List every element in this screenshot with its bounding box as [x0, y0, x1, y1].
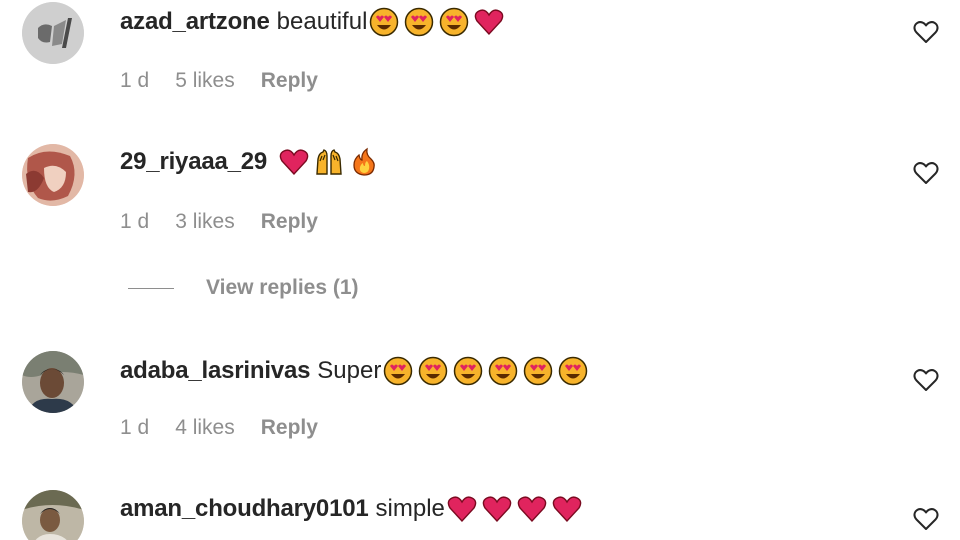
heart-eyes-emoji-icon	[523, 356, 553, 386]
red-heart-emoji-icon	[279, 147, 309, 177]
comment-text: Super	[317, 357, 382, 384]
comment-likes[interactable]: 5 likes	[175, 68, 235, 94]
red-heart-emoji-icon	[474, 7, 504, 37]
comments-list: azad_artzone beautiful 1 d 5 likes Reply…	[0, 0, 960, 540]
comment-text: simple	[375, 495, 445, 522]
reply-button[interactable]: Reply	[261, 415, 318, 441]
heart-outline-icon[interactable]	[912, 18, 940, 46]
comment-meta: 1 d 4 likes Reply	[120, 415, 318, 441]
comment-username[interactable]: adaba_lasrinivas	[120, 355, 310, 387]
heart-outline-icon[interactable]	[912, 505, 940, 533]
comment-line: azad_artzone beautiful	[120, 6, 504, 38]
view-replies-divider	[128, 287, 174, 289]
view-replies-button[interactable]: View replies (1)	[128, 276, 359, 300]
comment-meta: 1 d 5 likes Reply	[120, 68, 318, 94]
comment-username[interactable]: azad_artzone	[120, 6, 270, 38]
comment-line: aman_choudhary0101 simple	[120, 493, 582, 525]
heart-eyes-emoji-icon	[453, 356, 483, 386]
avatar[interactable]	[22, 351, 84, 413]
comment-text: beautiful	[276, 8, 368, 35]
heart-eyes-emoji-icon	[488, 356, 518, 386]
comment-emojis	[279, 147, 379, 177]
heart-eyes-emoji-icon	[383, 356, 413, 386]
heart-outline-icon[interactable]	[912, 159, 940, 187]
heart-eyes-emoji-icon	[418, 356, 448, 386]
comment-time: 1 d	[120, 416, 150, 439]
comment-likes[interactable]: 4 likes	[175, 415, 235, 441]
comment-emojis	[369, 7, 504, 37]
comment-emojis	[383, 356, 588, 386]
reply-button[interactable]: Reply	[261, 209, 318, 235]
fire-emoji-icon	[349, 147, 379, 177]
reply-button[interactable]: Reply	[261, 68, 318, 94]
comment-emojis	[447, 494, 582, 524]
raising-hands-emoji-icon	[314, 147, 344, 177]
comment-likes[interactable]: 3 likes	[175, 209, 235, 235]
comment-username[interactable]: 29_riyaaa_29	[120, 146, 267, 178]
heart-eyes-emoji-icon	[558, 356, 588, 386]
red-heart-emoji-icon	[482, 494, 512, 524]
heart-eyes-emoji-icon	[404, 7, 434, 37]
heart-eyes-emoji-icon	[439, 7, 469, 37]
heart-outline-icon[interactable]	[912, 366, 940, 394]
comment-line: adaba_lasrinivas Super	[120, 355, 588, 387]
comment-username[interactable]: aman_choudhary0101	[120, 493, 369, 525]
avatar[interactable]	[22, 144, 84, 206]
comment-line: 29_riyaaa_29	[120, 146, 379, 178]
red-heart-emoji-icon	[447, 494, 477, 524]
comment-time: 1 d	[120, 210, 150, 233]
comment-time: 1 d	[120, 69, 150, 92]
view-replies-label: View replies (1)	[206, 276, 359, 299]
red-heart-emoji-icon	[552, 494, 582, 524]
avatar[interactable]	[22, 2, 84, 64]
heart-eyes-emoji-icon	[369, 7, 399, 37]
red-heart-emoji-icon	[517, 494, 547, 524]
avatar[interactable]	[22, 490, 84, 540]
comment-meta: 1 d 3 likes Reply	[120, 209, 318, 235]
